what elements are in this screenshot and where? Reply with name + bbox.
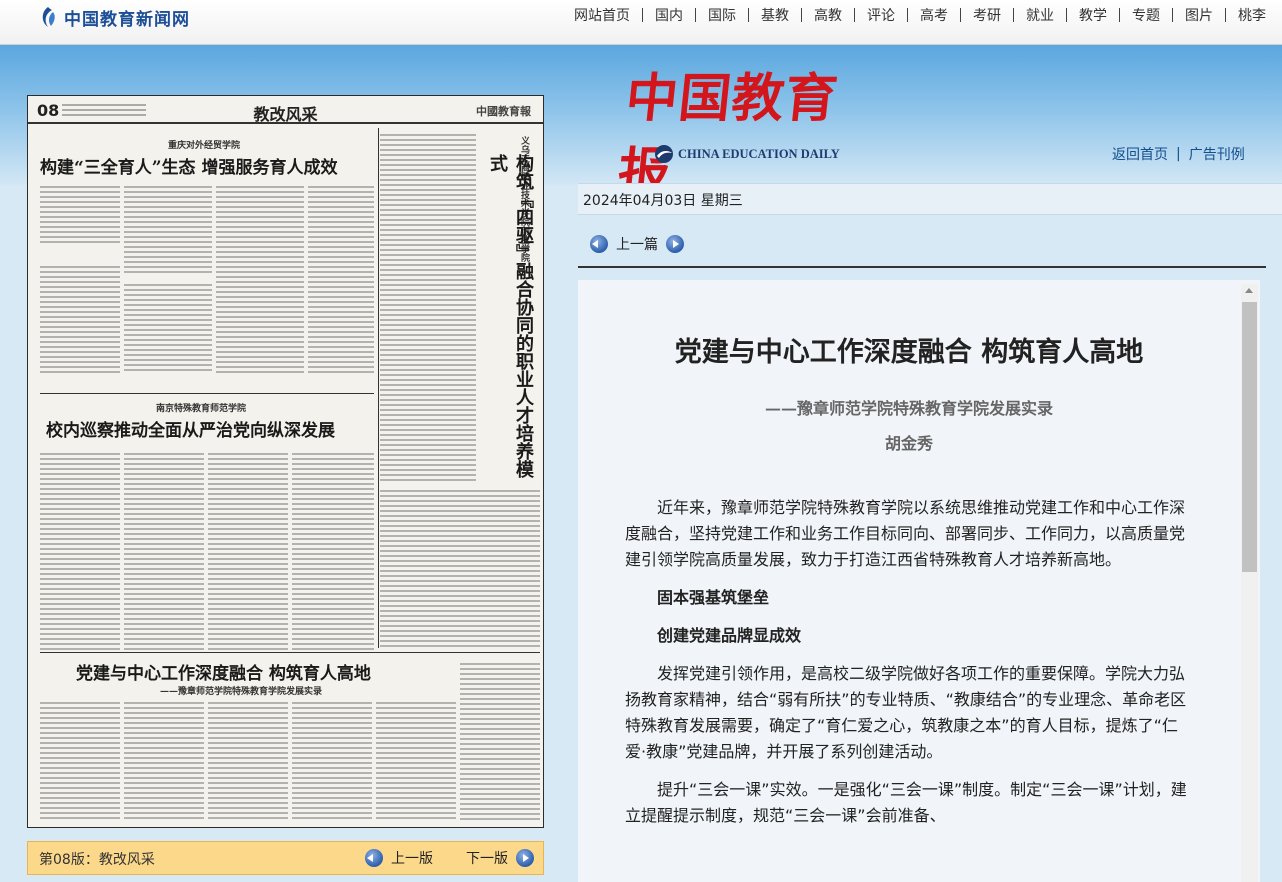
site-logo-text: 中国教育新闻网 <box>64 9 190 30</box>
masthead: 中国教育报 CHINA EDUCATION DAILY <box>615 62 862 203</box>
text-column <box>124 184 212 276</box>
next-page-label: 下一版 <box>466 851 508 867</box>
story-kicker: ——豫章师范学院特殊教育学院发展实录 <box>160 687 323 697</box>
article-title: 党建与中心工作深度融合 构筑育人高地 <box>674 337 1144 368</box>
masthead-english-title: CHINA EDUCATION DAILY <box>654 144 840 164</box>
next-article-icon[interactable] <box>666 235 684 253</box>
nav-topics[interactable]: 专题 <box>1120 5 1172 25</box>
main-nav: 网站首页 国内 国际 基教 高教 评论 高考 考研 就业 教学 专题 图片 桃李 <box>562 4 1278 26</box>
nav-basic-edu[interactable]: 基教 <box>749 5 801 25</box>
text-column <box>308 184 374 374</box>
column-rule <box>378 128 379 648</box>
article-body: 近年来，豫章师范学院特殊教育学院以系统思维推动党建工作和中心工作深度融合，坚持党… <box>625 495 1187 841</box>
prev-article-nav: 上一篇 <box>590 234 684 254</box>
story-title[interactable]: 校内巡察推动全面从严治党向纵深发展 <box>46 416 335 441</box>
newspaper-page-preview[interactable]: 08 教改风采 中國教育報 重庆对外经贸学院 构建“三全育人”生态 增强服务育人… <box>27 95 544 828</box>
text-column <box>40 451 120 651</box>
globe-icon <box>655 145 673 163</box>
nav-teaching[interactable]: 教学 <box>1067 5 1119 25</box>
text-column <box>460 661 540 822</box>
scroll-up-icon[interactable] <box>1245 288 1253 293</box>
nav-employment[interactable]: 就业 <box>1014 5 1066 25</box>
scrollbar-thumb[interactable] <box>1242 302 1257 572</box>
story-kicker: 重庆对外经贸学院 <box>168 141 241 151</box>
top-nav-bar: 中国教育新闻网 网站首页 国内 国际 基教 高教 评论 高考 考研 就业 教学 … <box>0 0 1282 45</box>
page-header: 08 教改风采 中國教育報 <box>28 96 543 124</box>
page-logo: 中國教育報 <box>476 105 531 118</box>
prev-article-icon[interactable] <box>590 235 608 253</box>
text-subhead <box>44 248 116 262</box>
link-divider: | <box>1176 146 1181 162</box>
text-column <box>40 700 120 822</box>
text-column <box>208 700 288 822</box>
text-column <box>216 184 304 374</box>
site-logo-icon <box>42 7 55 27</box>
page-nav-bar: 第08版：教改风采 上一版 下一版 <box>27 841 544 875</box>
column-rule <box>40 393 374 394</box>
nav-gaokao[interactable]: 高考 <box>908 5 960 25</box>
prev-page-label: 上一版 <box>391 851 433 867</box>
nav-pictures[interactable]: 图片 <box>1173 5 1225 25</box>
nav-commentary[interactable]: 评论 <box>855 5 907 25</box>
story-title[interactable]: 构筑『四驱』融合协同的职业人才培养模式 <box>484 154 536 484</box>
masthead-english-text: CHINA EDUCATION DAILY <box>678 146 840 161</box>
issue-date: 2024年04月03日 星期三 <box>583 193 743 209</box>
article-content: 党建与中心工作深度融合 构筑育人高地 ——豫章师范学院特殊教育学院发展实录 胡金… <box>578 280 1260 882</box>
current-page-label: 第08版：教改风采 <box>39 852 155 868</box>
article-heading: 创建党建品牌显成效 <box>657 626 802 645</box>
article-paragraph: 近年来，豫章师范学院特殊教育学院以系统思维推动党建工作和中心工作深度融合，坚持党… <box>625 498 1186 569</box>
column-rule <box>40 652 540 653</box>
story-title[interactable]: 党建与中心工作深度融合 构筑育人高地 <box>76 659 371 684</box>
text-column <box>380 132 476 482</box>
story-title[interactable]: 构建“三全育人”生态 增强服务育人成效 <box>40 153 337 178</box>
text-column <box>292 700 372 822</box>
date-bar: 2024年04月03日 星期三 <box>578 183 1282 215</box>
nav-domestic[interactable]: 国内 <box>643 5 695 25</box>
text-column <box>124 451 204 651</box>
article-paragraph: 发挥党建引领作用，是高校二级学院做好各项工作的重要保障。学院大力弘扬教育家精神，… <box>625 664 1187 761</box>
arrow-left-icon <box>365 849 383 867</box>
article-divider <box>578 266 1266 268</box>
header-links: 返回首页 | 广告刊例 <box>1112 144 1245 164</box>
nav-taoli[interactable]: 桃李 <box>1226 5 1278 25</box>
ad-rates-link[interactable]: 广告刊例 <box>1189 144 1245 164</box>
article-heading: 固本强基筑堡垒 <box>657 588 770 607</box>
article-author: 胡金秀 <box>884 434 933 453</box>
text-column <box>124 700 204 822</box>
nav-higher-edu[interactable]: 高教 <box>802 5 854 25</box>
nav-international[interactable]: 国际 <box>696 5 748 25</box>
article-subtitle: ——豫章师范学院特殊教育学院发展实录 <box>764 399 1053 418</box>
article-scrollbar[interactable] <box>1241 284 1258 882</box>
site-logo[interactable]: 中国教育新闻网 <box>38 4 190 30</box>
text-column <box>40 184 120 246</box>
nav-home[interactable]: 网站首页 <box>562 5 642 25</box>
text-column <box>292 451 374 651</box>
next-page-button[interactable]: 下一版 <box>466 848 534 868</box>
text-column <box>124 282 212 374</box>
nav-kaoyan[interactable]: 考研 <box>961 5 1013 25</box>
text-column <box>40 264 120 374</box>
arrow-right-icon <box>516 849 534 867</box>
prev-article-link[interactable]: 上一篇 <box>616 234 658 254</box>
text-column <box>208 451 288 651</box>
article-paragraph: 提升“三会一课”实效。一是强化“三会一课”制度。制定“三会一课”计划，建立提醒提… <box>625 780 1187 825</box>
prev-page-button[interactable]: 上一版 <box>365 848 433 868</box>
text-column <box>380 488 540 648</box>
story-kicker: 南京特殊教育师范学院 <box>156 404 247 414</box>
page-section-title: 教改风采 <box>253 105 318 124</box>
text-column <box>376 700 456 822</box>
back-home-link[interactable]: 返回首页 <box>1112 144 1168 164</box>
